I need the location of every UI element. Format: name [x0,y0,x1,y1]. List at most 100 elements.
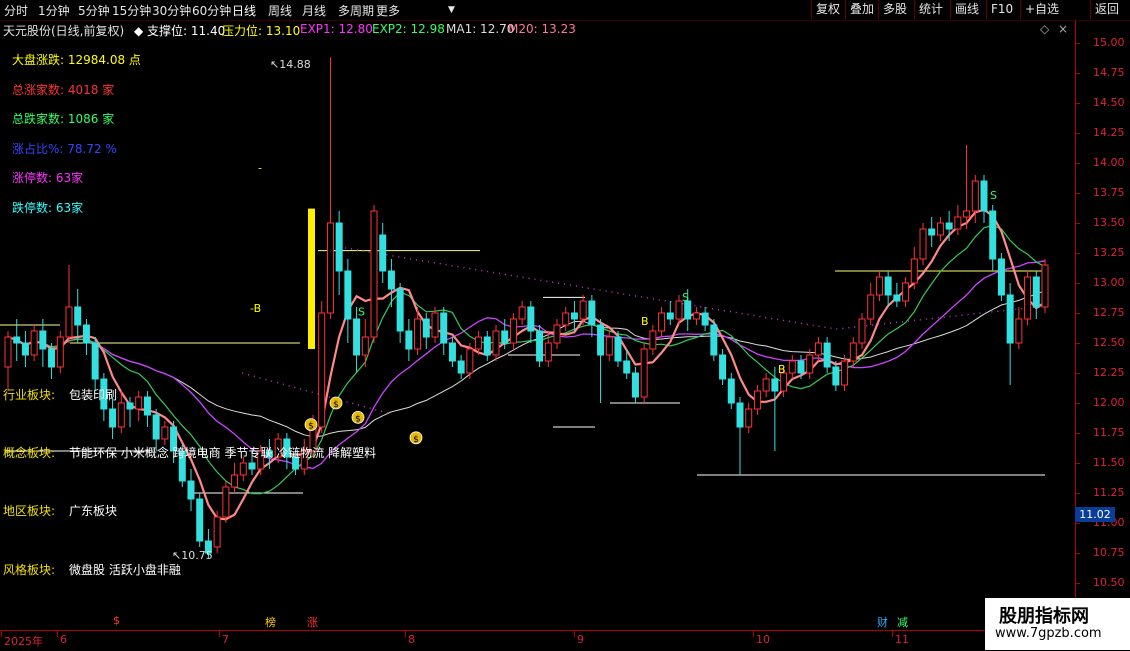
tab-1[interactable]: 1分钟 [38,2,70,19]
candle-body [518,306,526,320]
x-tick-mark [753,631,754,637]
candle-body [74,306,82,326]
trade-signal-3: B [641,315,649,328]
candle-body [466,348,474,374]
x-tick-mark [219,631,220,637]
x-tick-label: 2025年 [4,635,43,648]
sector-row-3: 风格板块: 微盘股 活跃小盘非融 [3,563,181,577]
diamond-icon[interactable]: ◇ [1040,22,1049,36]
candle-body [762,378,770,392]
toolbar-button-7[interactable]: 返回 [1090,0,1123,19]
ma1-line [7,208,1046,521]
candle-body [719,354,727,380]
candle-body [187,480,195,500]
y-tick-label: 13.25 [1075,246,1125,259]
market-stat-2: 总跌家数: 1086 家 [12,112,115,126]
tab-4[interactable]: 30分钟 [152,2,191,19]
market-stat-5: 跌停数: 63家 [12,200,84,215]
x-tick-mark [57,631,58,637]
toolbar-button-2[interactable]: 多股 [878,0,911,19]
candle-body [509,318,517,344]
toolbar-button-0[interactable]: 复权 [811,0,844,19]
candle-body [928,228,936,236]
x-tick-mark [892,631,893,637]
y-tick-label: 11.50 [1075,456,1125,469]
candle-body [483,336,491,356]
candle-body [91,342,99,380]
candle-body [910,258,918,284]
event-marker[interactable]: 财 [877,614,888,630]
event-marker[interactable]: 榜 [265,614,276,630]
tab-2[interactable]: 5分钟 [78,2,110,19]
candle-body [570,312,578,320]
toolbar-button-4[interactable]: 画线 [950,0,983,19]
tab-9[interactable]: 多周期 [338,2,374,19]
x-tick-label: 8 [408,633,415,646]
tab-5[interactable]: 60分钟 [192,2,231,19]
watermark-title: 股朋指标网 [999,606,1089,627]
x-tick-mark [574,631,575,637]
candle-body [4,336,12,368]
y-tick-label: 14.00 [1075,156,1125,169]
low-price-note: ↖10.75 [172,549,213,562]
candle-body [135,396,143,410]
candle-body [370,210,378,338]
candle-body [849,342,857,362]
candle-body [475,336,483,350]
toolbar-button-5[interactable]: F10 [986,0,1017,19]
tab-8[interactable]: 月线 [302,2,326,19]
event-marker[interactable]: 减 [897,614,908,630]
y-tick-label: 12.75 [1075,306,1125,319]
candlestick-chart[interactable]: $ $ $ $ -B S S B B S - [0,38,1075,598]
candle-body [867,294,875,320]
m20-value: M20: 13.23 [508,22,576,36]
money-bag-symbol: $ [308,422,314,432]
tab-10[interactable]: 更多 [376,2,400,19]
price-axis: 15.00 14.75 14.50 14.25 14.00 13.75 13.50 13.25… [1075,20,1130,630]
candle-body [1006,294,1014,344]
candle-body [422,318,430,338]
candle-body [492,330,500,356]
candle-body [1032,276,1040,308]
candle-body [30,330,38,356]
candle-body [745,408,753,428]
sector-row-1: 概念板块: 节能环保 小米概念 跨境电商 季节专联 冷链物流 降解塑料 [3,446,377,460]
candle-body [239,462,247,476]
tab-3[interactable]: 15分钟 [112,2,151,19]
candle-body [152,414,160,440]
event-marker[interactable]: $ [113,614,120,630]
close-icon[interactable]: × [1058,22,1068,36]
candle-body [963,210,971,218]
tab-7[interactable]: 周线 [268,2,292,19]
candle-body [902,282,910,302]
tab-0[interactable]: 分时 [4,2,28,19]
candle-body [814,342,822,356]
y-tick-label: 13.75 [1075,186,1125,199]
market-stat-0: 大盘涨跌: 12984.08 点 [12,53,141,67]
toolbar-button-6[interactable]: +自选 [1020,0,1063,19]
candle-body [213,516,221,548]
more-dropdown-icon[interactable]: ▼ [448,5,455,15]
period-toolbar: 分时 1分钟 5分钟 15分钟 30分钟 60分钟 日线 周线 月线 多周期 更多 ▼ 复权 叠加 多股 统计… [0,0,1130,21]
candle-body [353,318,361,356]
x-tick-label: 10 [756,633,770,646]
candle-body [553,324,561,344]
toolbar-button-3[interactable]: 统计 [914,0,947,19]
x-tick-label: 6 [60,633,67,646]
event-marker[interactable]: 涨 [307,614,318,630]
tab-6[interactable]: 日线 [232,2,256,19]
candle-body [806,354,814,374]
candle-body [893,294,901,302]
y-tick-label: 14.25 [1075,126,1125,139]
exp1-value: EXP1: 12.80 [300,22,373,36]
candle-body [710,324,718,356]
candle-body [771,378,779,392]
candle-body [21,342,29,356]
y-tick-label: 11.25 [1075,486,1125,499]
toolbar-button-1[interactable]: 叠加 [845,0,878,19]
candle-body [431,312,439,338]
candle-body [335,222,343,272]
candle-body [544,342,552,362]
candle-body [248,462,256,470]
candle-body [797,360,805,374]
